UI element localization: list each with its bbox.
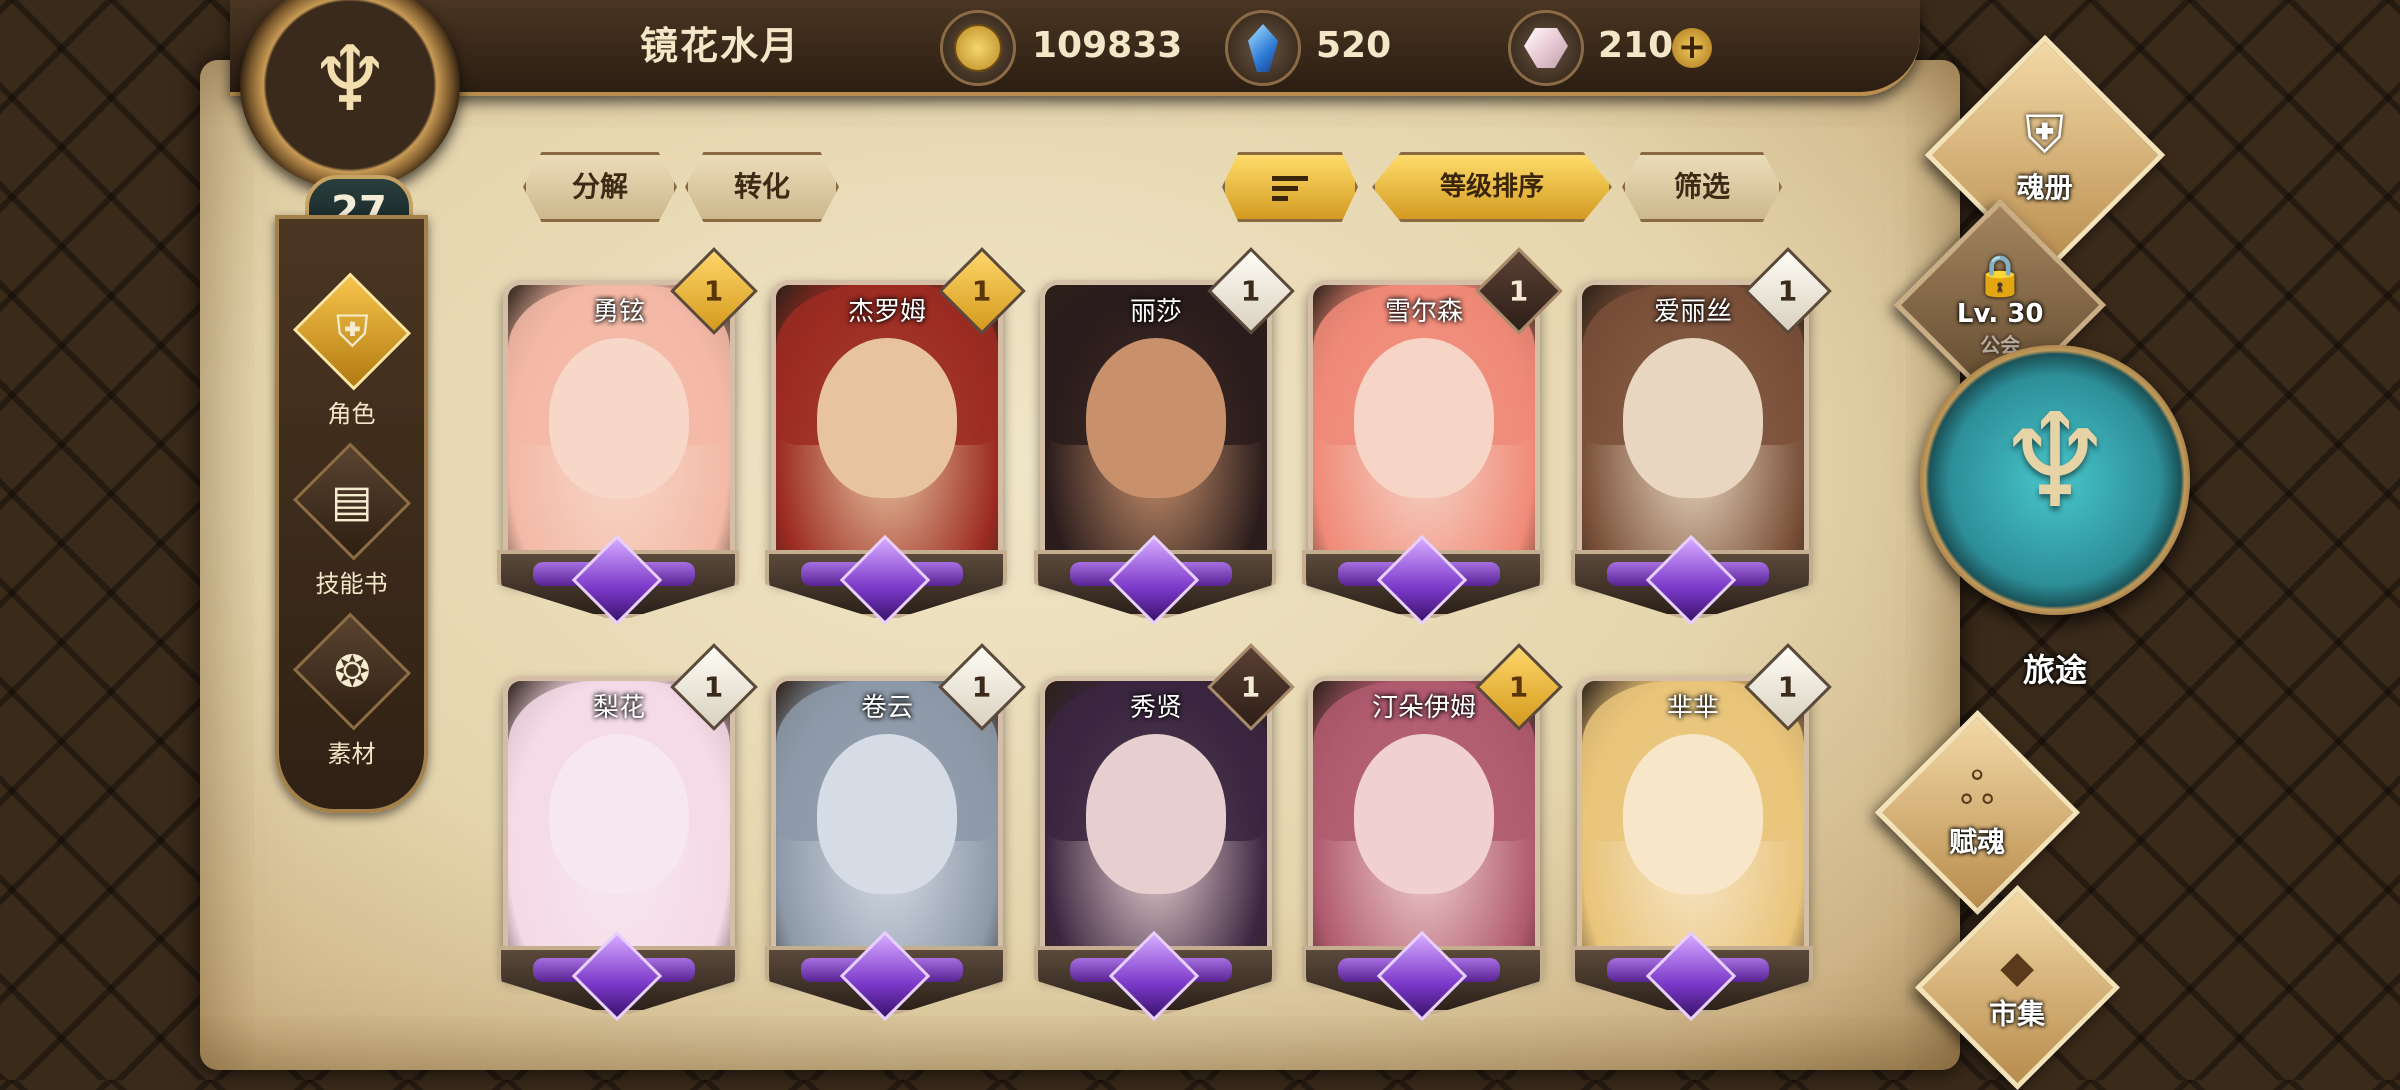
left-category-nav: ⛨ 角色 ▤ 技能书 ❂ 素材: [275, 215, 428, 813]
character-portrait: [776, 681, 998, 971]
swirl-icon: ஃ: [1960, 763, 1995, 815]
material-icon: ❂: [292, 612, 411, 731]
lock-icon: 🔒: [1975, 252, 2025, 299]
card-count: 1: [972, 274, 992, 308]
character-portrait: [1045, 681, 1267, 971]
sort-order-button[interactable]: [1222, 152, 1358, 222]
character-portrait: [1582, 285, 1804, 575]
gold-amount: 109833: [1032, 25, 1183, 66]
character-card[interactable]: 秀贤 1: [1034, 643, 1295, 1022]
trident-icon: ♆: [1996, 385, 2114, 537]
journey-button[interactable]: ♆ 旅途: [1920, 345, 2200, 689]
card-frame: 汀朵伊姆: [1308, 676, 1540, 976]
character-card[interactable]: 雪尔森 1: [1302, 247, 1563, 626]
character-card[interactable]: 芈芈 1: [1571, 643, 1832, 1022]
character-portrait: [1582, 681, 1804, 971]
sort-icon: [1272, 174, 1308, 202]
character-portrait: [1313, 681, 1535, 971]
card-frame: 芈芈: [1577, 676, 1809, 976]
card-count: 1: [1778, 274, 1798, 308]
card-frame: 卷云: [771, 676, 1003, 976]
character-card[interactable]: 勇铉 1: [497, 247, 758, 626]
endow-soul-label: 赋魂: [1949, 825, 2006, 859]
skill-book-icon: ▤: [292, 442, 411, 561]
sort-by-level-button[interactable]: 等级排序: [1372, 152, 1612, 222]
helmet-icon: ⛨: [2025, 104, 2065, 165]
nav-label: 角色: [327, 400, 376, 428]
journey-label: 旅途: [2022, 651, 2087, 689]
character-card[interactable]: 爱丽丝 1: [1571, 247, 1832, 626]
character-card[interactable]: 丽莎 1: [1034, 247, 1295, 626]
card-count: 1: [972, 670, 992, 704]
portrait-face: [1623, 338, 1763, 499]
character-portrait: [508, 285, 730, 575]
character-card[interactable]: 汀朵伊姆 1: [1302, 643, 1563, 1022]
card-count: 1: [1778, 670, 1798, 704]
portrait-face: [549, 734, 689, 895]
character-card[interactable]: 卷云 1: [765, 643, 1026, 1022]
nav-item-skill-books[interactable]: ▤ 技能书: [279, 439, 424, 599]
portrait-face: [1086, 734, 1226, 895]
card-count: 1: [1509, 670, 1529, 704]
soul-book-label: 魂册: [2016, 170, 2074, 204]
card-count: 1: [1241, 670, 1261, 704]
card-frame: 雪尔森: [1308, 280, 1540, 580]
nav-label: 技能书: [315, 570, 388, 598]
card-frame: 秀贤: [1040, 676, 1272, 976]
market-label: 市集: [1989, 997, 2046, 1031]
crystal-amount: 210: [1598, 25, 1674, 66]
card-frame: 杰罗姆: [771, 280, 1003, 580]
portrait-face: [817, 734, 957, 895]
decompose-button[interactable]: 分解: [523, 152, 677, 222]
gold-coin-icon: [940, 10, 1016, 86]
gem-icon: ◆: [2000, 941, 2035, 993]
portrait-face: [1354, 338, 1494, 499]
player-name: 镜花水月: [639, 24, 800, 68]
card-count: 1: [1241, 274, 1261, 308]
portrait-face: [1354, 734, 1494, 895]
card-frame: 丽莎: [1040, 280, 1272, 580]
card-count: 1: [1509, 274, 1529, 308]
character-card[interactable]: 梨花 1: [497, 643, 758, 1022]
player-emblem[interactable]: ♆ 27: [210, 0, 490, 247]
unlock-level-label: Lv. 30: [1956, 298, 2044, 329]
card-count: 1: [704, 274, 724, 308]
portrait-face: [817, 338, 957, 499]
add-crystal-button[interactable]: +: [1672, 28, 1712, 68]
nav-item-characters[interactable]: ⛨ 角色: [279, 269, 424, 429]
crystal-icon: [1508, 10, 1584, 86]
blue-gem-icon: [1225, 10, 1301, 86]
nav-item-materials[interactable]: ❂ 素材: [279, 609, 424, 769]
card-frame: 梨花: [503, 676, 735, 976]
card-count: 1: [704, 670, 724, 704]
convert-button[interactable]: 转化: [685, 152, 839, 222]
character-card[interactable]: 杰罗姆 1: [765, 247, 1026, 626]
portrait-face: [1086, 338, 1226, 499]
nav-label: 素材: [327, 740, 376, 768]
portrait-face: [549, 338, 689, 499]
character-portrait: [776, 285, 998, 575]
gem-amount: 520: [1316, 25, 1392, 66]
filter-button[interactable]: 筛选: [1622, 152, 1782, 222]
portrait-face: [1623, 734, 1763, 895]
character-portrait: [508, 681, 730, 971]
crest-icon: ♆: [309, 27, 391, 132]
character-portrait: [1045, 285, 1267, 575]
character-portrait: [1313, 285, 1535, 575]
card-frame: 勇铉: [503, 280, 735, 580]
helmet-icon: ⛨: [292, 272, 411, 391]
card-frame: 爱丽丝: [1577, 280, 1809, 580]
